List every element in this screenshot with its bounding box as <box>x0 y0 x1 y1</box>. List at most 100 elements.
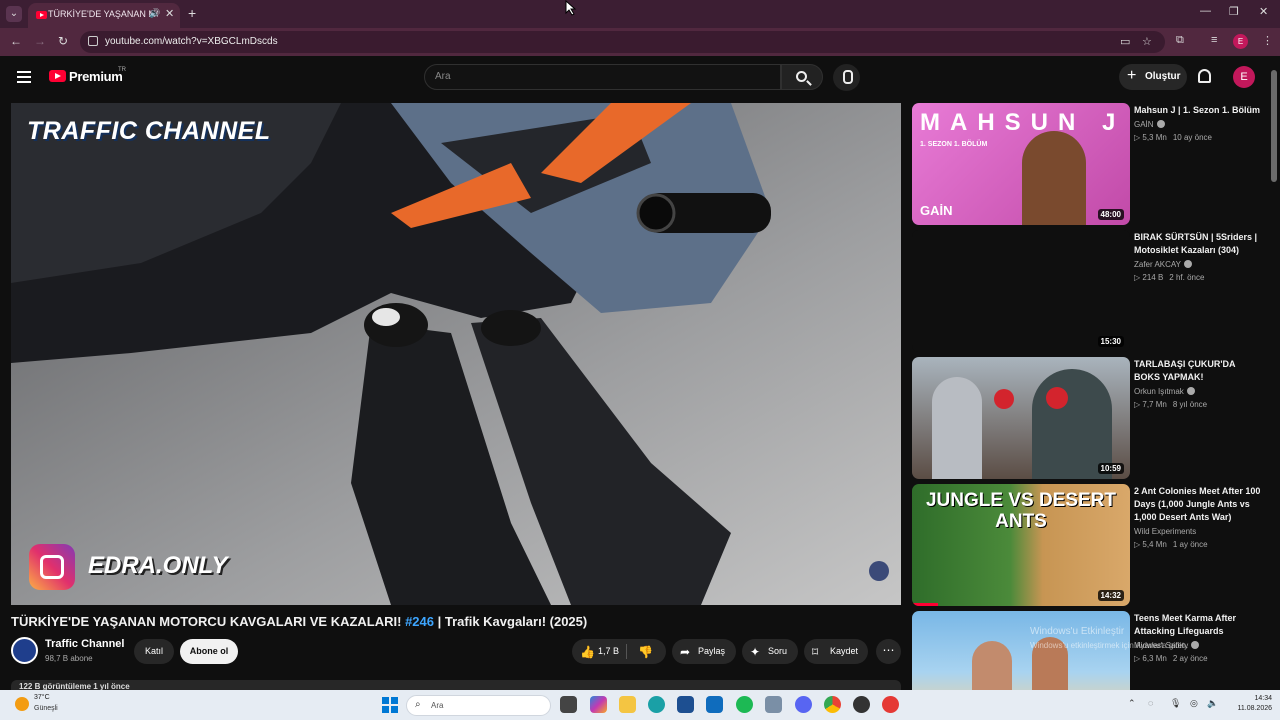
reading-list-icon[interactable]: ≡ <box>1211 34 1217 46</box>
reload-button[interactable]: ↻ <box>58 34 68 48</box>
youtube-logo-icon[interactable] <box>49 70 66 82</box>
network-icon[interactable]: ◎ <box>1190 698 1198 709</box>
recommendation-channel[interactable]: Wild Experiments <box>1134 527 1196 536</box>
extensions-icon[interactable]: ⧉ <box>1176 34 1184 47</box>
outlook-icon[interactable] <box>706 696 723 713</box>
volume-icon[interactable]: 🔈 <box>1207 698 1218 709</box>
plus-icon: + <box>1127 67 1137 84</box>
tab-close-icon[interactable]: ✕ <box>165 7 174 20</box>
menu-icon[interactable] <box>17 71 31 83</box>
account-avatar[interactable]: E <box>1233 66 1255 88</box>
recommendation-meta: ▷ 214 B2 hf. önce <box>1134 273 1205 282</box>
bookmark-star-icon[interactable]: ☆ <box>1142 35 1152 48</box>
notifications-bell-icon[interactable] <box>1198 69 1211 83</box>
weather-condition[interactable]: Güneşli <box>34 705 58 712</box>
recommendation-meta: ▷ 6,3 Mn 2 ay önce <box>1134 654 1208 663</box>
recording-app-icon[interactable] <box>882 696 899 713</box>
file-explorer-icon[interactable] <box>619 696 636 713</box>
ask-button[interactable]: ✦ Soru <box>742 639 798 664</box>
recommendation-item[interactable]: 15:30 BIRAK SÜRTSÜN | 5Sriders | Motosik… <box>912 230 1262 352</box>
view-count: 214 B <box>1142 273 1164 282</box>
browser-toolbar: ← → ↻ youtube.com/watch?v=XBGCLmDscds ▭ … <box>0 28 1280 56</box>
youtube-header: Premium TR Ara + Oluştur E <box>0 56 1280 100</box>
tray-app-icon[interactable]: ◌ <box>1148 698 1153 708</box>
browser-profile-avatar[interactable]: E <box>1233 34 1248 49</box>
microphone-icon[interactable]: 🎙 <box>1170 698 1181 709</box>
back-button[interactable]: ← <box>10 34 22 48</box>
new-tab-button[interactable]: + <box>188 5 196 21</box>
recommendation-meta: ▷ 7,7 Mn 8 yıl önce <box>1134 400 1208 409</box>
page-scrollbar[interactable] <box>1270 60 1278 690</box>
like-icon[interactable]: 👍 <box>580 645 595 659</box>
save-button[interactable]: ⌑ Kaydet <box>804 639 868 664</box>
more-actions-icon[interactable]: ⋯ <box>876 639 901 664</box>
recommendation-title[interactable]: Mahsun J | 1. Sezon 1. Bölüm <box>1134 104 1262 117</box>
recommendation-thumbnail[interactable]: MAHSUN J 1. SEZON 1. BÖLÜM GAİN 48:00 <box>912 103 1130 225</box>
like-divider <box>626 644 627 659</box>
recommendation-thumbnail[interactable]: JUNGLE VS DESERT ANTS 14:32 <box>912 484 1130 606</box>
taskbar-clock[interactable]: 14:34 11.08.2026 <box>1228 694 1272 714</box>
task-view-icon[interactable] <box>560 696 577 713</box>
thumb-glove-right <box>1046 387 1068 409</box>
channel-name[interactable]: Traffic Channel <box>45 638 124 650</box>
windows-start-icon[interactable] <box>382 697 398 713</box>
tray-overflow-icon[interactable]: ⌃ <box>1128 698 1136 709</box>
channel-label: Orkun Işıtmak <box>1134 387 1184 396</box>
close-window-button[interactable]: ✕ <box>1259 5 1268 18</box>
video-player[interactable]: TRAFFIC CHANNEL EDRA.ONLY <box>11 103 901 605</box>
instagram-icon <box>29 544 75 590</box>
hashtag-link[interactable]: #246 <box>405 614 434 629</box>
recommendation-channel[interactable]: Orkun Işıtmak <box>1134 387 1195 396</box>
chrome-icon[interactable] <box>824 696 841 713</box>
description-box[interactable]: 122 B görüntüleme 1 yıl önce <box>11 680 901 690</box>
discord-icon[interactable] <box>795 696 812 713</box>
taskbar-search-label: Ara <box>431 701 444 710</box>
copilot-icon[interactable] <box>590 696 607 713</box>
recommendation-item[interactable]: 10:59 TARLABAŞI ÇUKUR'DA BOKS YAPMAK! Or… <box>912 357 1262 479</box>
store-icon[interactable] <box>677 696 694 713</box>
recommendation-channel[interactable]: GAİN <box>1134 120 1165 129</box>
audio-playing-icon[interactable]: 🔊 <box>149 8 160 19</box>
dislike-icon[interactable]: 👎 <box>638 645 653 659</box>
settings-icon[interactable] <box>765 696 782 713</box>
subscribe-button[interactable]: Abone ol <box>180 639 238 664</box>
channel-avatar[interactable] <box>11 637 38 664</box>
browser-tab-active[interactable]: TÜRKİYE'DE YAŞANAN MOTORCU KAVGALARI 🔊 ✕ <box>28 3 180 28</box>
recommendation-title[interactable]: 2 Ant Colonies Meet After 100 Days (1,00… <box>1134 485 1262 524</box>
recommendation-meta: ▷ 5,4 Mn 1 ay önce <box>1134 540 1208 549</box>
search-input[interactable]: Ara <box>424 64 781 90</box>
site-info-icon[interactable] <box>88 36 98 46</box>
create-label: Oluştur <box>1145 71 1181 82</box>
youtube-brand[interactable]: Premium <box>69 69 123 84</box>
weather-sun-icon[interactable] <box>15 697 29 711</box>
recommendation-thumbnail[interactable]: 10:59 <box>912 357 1130 479</box>
recommendation-thumbnail[interactable]: 15:30 <box>912 230 1130 352</box>
spotify-icon[interactable] <box>736 696 753 713</box>
forward-button[interactable]: → <box>34 34 46 48</box>
scrollbar-thumb[interactable] <box>1271 70 1277 182</box>
like-count[interactable]: 1,7 B <box>598 646 619 656</box>
taskbar-search[interactable]: ⌕ Ara <box>406 695 551 716</box>
share-button[interactable]: ➦ Paylaş <box>672 639 736 664</box>
tab-search-icon[interactable]: ⌄ <box>6 6 22 22</box>
create-button[interactable]: + Oluştur <box>1119 64 1187 90</box>
browser-menu-icon[interactable]: ⋮ <box>1262 34 1273 47</box>
recommendation-channel[interactable]: Zafer AKCAY <box>1134 260 1192 269</box>
recommendation-title[interactable]: BIRAK SÜRTSÜN | 5Sriders | Motosiklet Ka… <box>1134 231 1262 257</box>
verified-icon <box>1186 387 1195 395</box>
search-button[interactable] <box>781 64 823 90</box>
channel-label: Wild Experiments <box>1134 527 1197 536</box>
address-bar[interactable]: youtube.com/watch?v=XBGCLmDscds ▭ ☆ <box>80 31 1165 53</box>
recommendation-item[interactable]: MAHSUN J 1. SEZON 1. BÖLÜM GAİN 48:00 Ma… <box>912 103 1262 225</box>
recommendation-item[interactable]: JUNGLE VS DESERT ANTS 14:32 2 Ant Coloni… <box>912 484 1262 606</box>
recommendation-title[interactable]: TARLABAŞI ÇUKUR'DA BOKS YAPMAK! <box>1134 358 1262 384</box>
steam-icon[interactable] <box>853 696 870 713</box>
voice-search-button[interactable] <box>833 64 860 91</box>
minimize-button[interactable]: — <box>1200 5 1211 17</box>
weather-temperature[interactable]: 37°C <box>34 694 50 701</box>
install-app-icon[interactable]: ▭ <box>1120 35 1130 48</box>
browser-tabstrip: ⌄ TÜRKİYE'DE YAŞANAN MOTORCU KAVGALARI 🔊… <box>0 0 1280 28</box>
maximize-button[interactable]: ❐ <box>1229 5 1239 18</box>
edge-icon[interactable] <box>648 696 665 713</box>
join-button[interactable]: Katıl <box>134 639 174 664</box>
